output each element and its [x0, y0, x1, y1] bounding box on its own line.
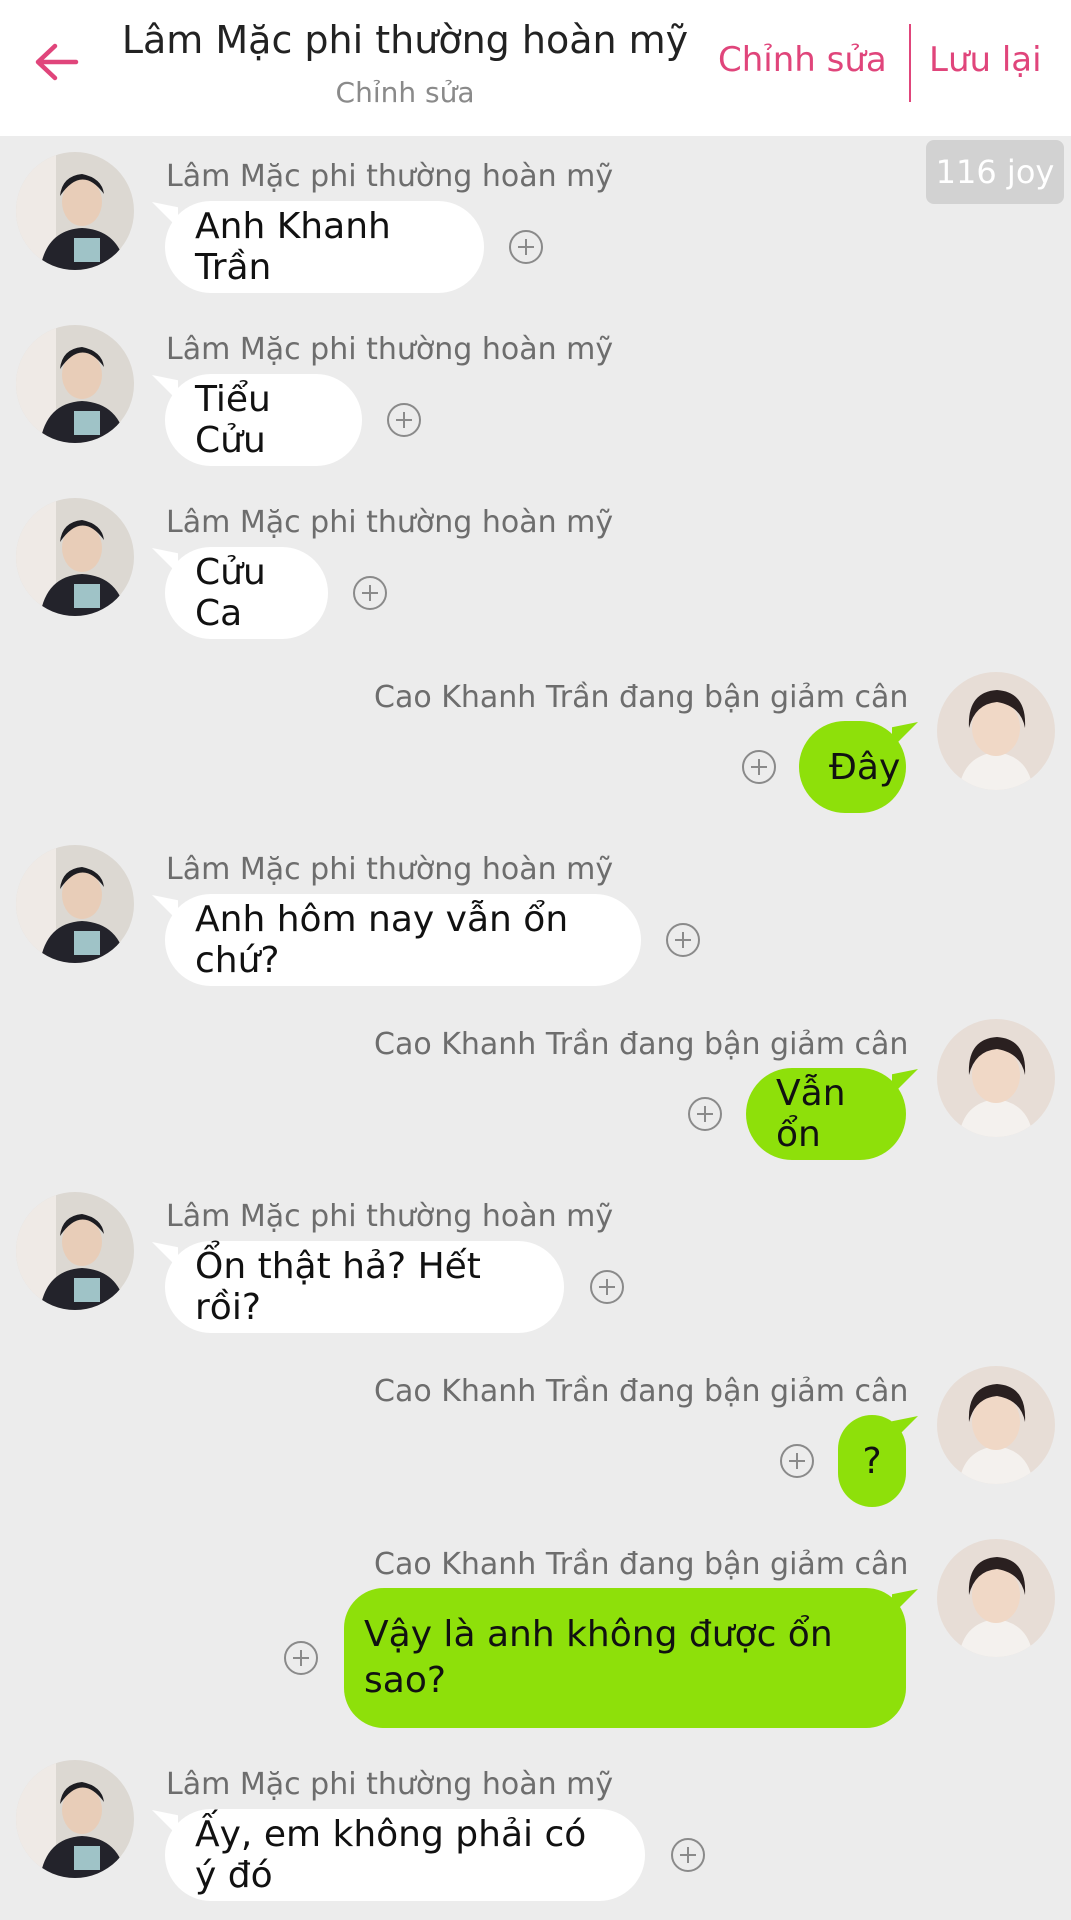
add-reaction-icon[interactable] — [509, 230, 543, 264]
add-reaction-icon[interactable] — [666, 923, 700, 957]
avatar-cao-khanh-tran[interactable] — [937, 1539, 1055, 1657]
joy-badge: 116 joy — [926, 140, 1064, 204]
avatar-lam-mac[interactable] — [16, 152, 134, 270]
avatar-lam-mac[interactable] — [16, 1192, 134, 1310]
sender-name: Cao Khanh Trần đang bận giảm cân — [374, 680, 909, 715]
sender-name: Cao Khanh Trần đang bận giảm cân — [374, 1374, 909, 1409]
message-bubble[interactable]: Tiểu Cửu — [165, 374, 362, 466]
add-reaction-icon[interactable] — [353, 576, 387, 610]
avatar-lam-mac[interactable] — [16, 325, 134, 443]
sender-name: Lâm Mặc phi thường hoàn mỹ — [166, 1199, 614, 1234]
sender-name: Cao Khanh Trần đang bận giảm cân — [374, 1027, 909, 1062]
add-reaction-icon[interactable] — [590, 1270, 624, 1304]
sender-name: Lâm Mặc phi thường hoàn mỹ — [166, 332, 614, 367]
sender-name: Lâm Mặc phi thường hoàn mỹ — [166, 505, 614, 540]
add-reaction-icon[interactable] — [671, 1838, 705, 1872]
chat-title: Lâm Mặc phi thường hoàn mỹ — [121, 18, 689, 62]
avatar-lam-mac[interactable] — [16, 498, 134, 616]
header-divider — [909, 24, 911, 102]
add-reaction-icon[interactable] — [284, 1641, 318, 1675]
add-reaction-icon[interactable] — [387, 403, 421, 437]
arrow-left-icon — [35, 43, 79, 81]
back-button[interactable] — [28, 30, 84, 94]
message-bubble[interactable]: Anh hôm nay vẫn ổn chứ? — [165, 894, 641, 986]
avatar-lam-mac[interactable] — [16, 845, 134, 963]
sender-name: Lâm Mặc phi thường hoàn mỹ — [166, 1767, 614, 1802]
add-reaction-icon[interactable] — [688, 1097, 722, 1131]
message-bubble[interactable]: Anh Khanh Trần — [165, 201, 484, 293]
header-bar: Lâm Mặc phi thường hoàn mỹ Chỉnh sửa Chỉ… — [0, 0, 1071, 136]
message-bubble[interactable]: Ấy, em không phải có ý đó — [165, 1809, 645, 1901]
add-reaction-icon[interactable] — [780, 1444, 814, 1478]
edit-button[interactable]: Chỉnh sửa — [718, 40, 887, 80]
save-button[interactable]: Lưu lại — [929, 40, 1042, 80]
chat-subtitle: Chỉnh sửa — [335, 76, 475, 109]
message-bubble[interactable]: Vậy là anh không được ổn sao? — [344, 1588, 906, 1728]
sender-name: Lâm Mặc phi thường hoàn mỹ — [166, 159, 614, 194]
message-bubble[interactable]: Đây — [799, 721, 906, 813]
avatar-cao-khanh-tran[interactable] — [937, 1019, 1055, 1137]
avatar-cao-khanh-tran[interactable] — [937, 1366, 1055, 1484]
message-bubble[interactable]: Vẫn ổn — [746, 1068, 906, 1160]
message-bubble[interactable]: Ổn thật hả? Hết rồi? — [165, 1241, 564, 1333]
message-bubble[interactable]: ? — [838, 1415, 906, 1507]
add-reaction-icon[interactable] — [742, 750, 776, 784]
sender-name: Cao Khanh Trần đang bận giảm cân — [374, 1547, 909, 1582]
avatar-cao-khanh-tran[interactable] — [937, 672, 1055, 790]
sender-name: Lâm Mặc phi thường hoàn mỹ — [166, 852, 614, 887]
message-bubble[interactable]: Cửu Ca — [165, 547, 328, 639]
avatar-lam-mac[interactable] — [16, 1760, 134, 1878]
